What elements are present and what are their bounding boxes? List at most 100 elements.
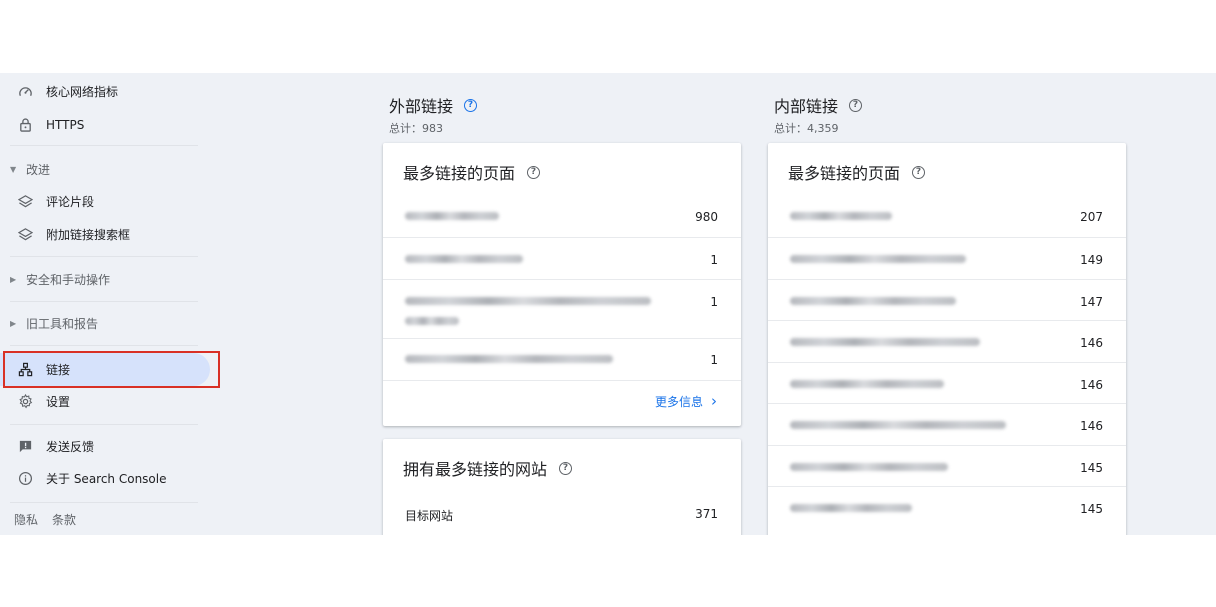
table-row[interactable]: 1 [383,237,741,279]
sidebar-item-sitelinks-searchbox[interactable]: 附加链接搜索框 [0,218,210,251]
external-top-pages-card: 最多链接的页面 ? 980 1 1 1 更多信息 › [383,143,741,426]
table-row[interactable]: 147 [768,279,1126,320]
row-link-count: 146 [1080,336,1103,350]
terms-link[interactable]: 条款 [52,511,76,528]
external-links-total: 总计：983 [389,122,443,135]
redacted-url [405,317,459,325]
help-icon[interactable]: ? [559,461,573,475]
row-link-count: 146 [1080,419,1103,433]
internal-links-header: 内部链接 ? 总计：4,359 [774,93,863,136]
external-links-header: 外部链接 ? 总计：983 [389,93,478,136]
sidebar-item-label: 附加链接搜索框 [46,228,131,242]
redacted-url [790,297,956,305]
feedback-icon [17,438,34,455]
table-row[interactable]: 1 [383,338,741,380]
row-site-label: 目标网站 [405,509,454,523]
internal-links-title-text: 内部链接 [774,97,839,116]
redacted-url [405,255,523,263]
sidebar-item-label: 评论片段 [46,195,95,209]
help-icon[interactable]: ? [527,165,541,179]
row-link-count: 145 [1080,502,1103,516]
redacted-url [790,212,892,220]
row-link-count: 980 [695,210,718,224]
sidebar-item-label: 核心网络指标 [46,85,119,99]
card-title: 最多链接的页面 ? [403,160,541,184]
table-row[interactable]: 目标网站 371 [383,491,741,533]
more-info-label: 更多信息 [654,394,703,409]
internal-links-title: 内部链接 ? [774,93,863,117]
help-icon[interactable]: ? [912,165,926,179]
sidebar-section-label: 改进 [26,162,51,177]
sidebar-section-legacy-tools[interactable]: ▶ 旧工具和报告 [10,312,98,334]
table-row[interactable]: 1 [383,279,741,338]
row-link-count: 145 [1080,461,1103,475]
row-link-count: 371 [695,507,718,521]
row-link-count: 147 [1080,295,1103,309]
layers-icon [17,193,34,210]
redacted-url [405,355,613,363]
redacted-url [790,255,966,263]
redacted-url [405,297,651,305]
sidebar-section-enhancements[interactable]: ▼ 改进 [10,158,50,180]
sidebar-divider [10,145,198,146]
table-row[interactable]: 207 [768,195,1126,237]
sidebar-footer: 隐私 条款 [14,511,76,528]
card-title: 最多链接的页面 ? [788,160,926,184]
chevron-right-icon: › [711,392,717,410]
privacy-link[interactable]: 隐私 [14,511,38,528]
sidebar-section-label: 旧工具和报告 [26,316,99,331]
lock-icon [17,116,34,133]
layers-icon [17,226,34,243]
help-icon[interactable]: ? [849,98,863,112]
row-link-count: 1 [710,353,718,367]
sidebar-item-label: 设置 [46,395,71,409]
row-link-count: 207 [1080,210,1103,224]
external-links-title-text: 外部链接 [389,97,454,116]
sidebar-item-about[interactable]: 关于 Search Console [0,462,210,495]
sidebar-item-label: 关于 Search Console [46,472,167,486]
info-icon [17,470,34,487]
table-row[interactable]: 146 [768,320,1126,362]
table-row[interactable]: 145 [768,445,1126,486]
card-title-text: 拥有最多链接的网站 [403,460,548,479]
card-title: 拥有最多链接的网站 ? [403,456,573,480]
search-console-app: 核心网络指标 HTTPS ▼ 改进 评论片段 附加链接搜索框 ▶ 安全和手动操作… [0,73,1216,535]
sidebar: 核心网络指标 HTTPS ▼ 改进 评论片段 附加链接搜索框 ▶ 安全和手动操作… [0,73,222,535]
sidebar-item-label: HTTPS [46,117,85,132]
sidebar-item-core-web-vitals[interactable]: 核心网络指标 [0,75,210,108]
caret-right-icon: ▶ [10,274,17,284]
sidebar-divider [10,301,198,302]
table-row[interactable]: 146 [768,403,1126,445]
table-row[interactable]: 146 [768,362,1126,403]
internal-links-total: 总计：4,359 [774,122,839,135]
row-link-count: 146 [1080,378,1103,392]
caret-right-icon: ▶ [10,318,17,328]
table-row[interactable]: 980 [383,195,741,237]
row-link-count: 1 [710,253,718,267]
redacted-url [790,504,912,512]
table-row[interactable]: 149 [768,237,1126,279]
sidebar-item-https[interactable]: HTTPS [0,108,210,141]
redacted-url [405,212,499,220]
more-info-link[interactable]: 更多信息 › [655,392,717,410]
internal-top-pages-card: 最多链接的页面 ? 207 149 147 146 146 146 145 14… [768,143,1126,535]
sidebar-divider [10,424,198,425]
sidebar-section-label: 安全和手动操作 [26,272,111,287]
redacted-url [790,338,980,346]
sidebar-item-settings[interactable]: 设置 [0,385,210,418]
sidebar-item-label: 发送反馈 [46,440,95,454]
table-row[interactable]: 145 [768,486,1126,528]
sidebar-item-send-feedback[interactable]: 发送反馈 [0,430,210,463]
row-link-count: 149 [1080,253,1103,267]
sidebar-item-review-snippets[interactable]: 评论片段 [0,185,210,218]
redacted-url [790,421,1006,429]
card-title-text: 最多链接的页面 [788,164,901,183]
sidebar-section-security[interactable]: ▶ 安全和手动操作 [10,268,110,290]
help-icon[interactable]: ? [464,98,478,112]
card-title-text: 最多链接的页面 [403,164,516,183]
gear-icon [17,393,34,410]
external-links-title: 外部链接 ? [389,93,478,117]
sidebar-divider [10,502,198,503]
caret-down-icon: ▼ [10,164,17,174]
sidebar-divider [10,345,198,346]
